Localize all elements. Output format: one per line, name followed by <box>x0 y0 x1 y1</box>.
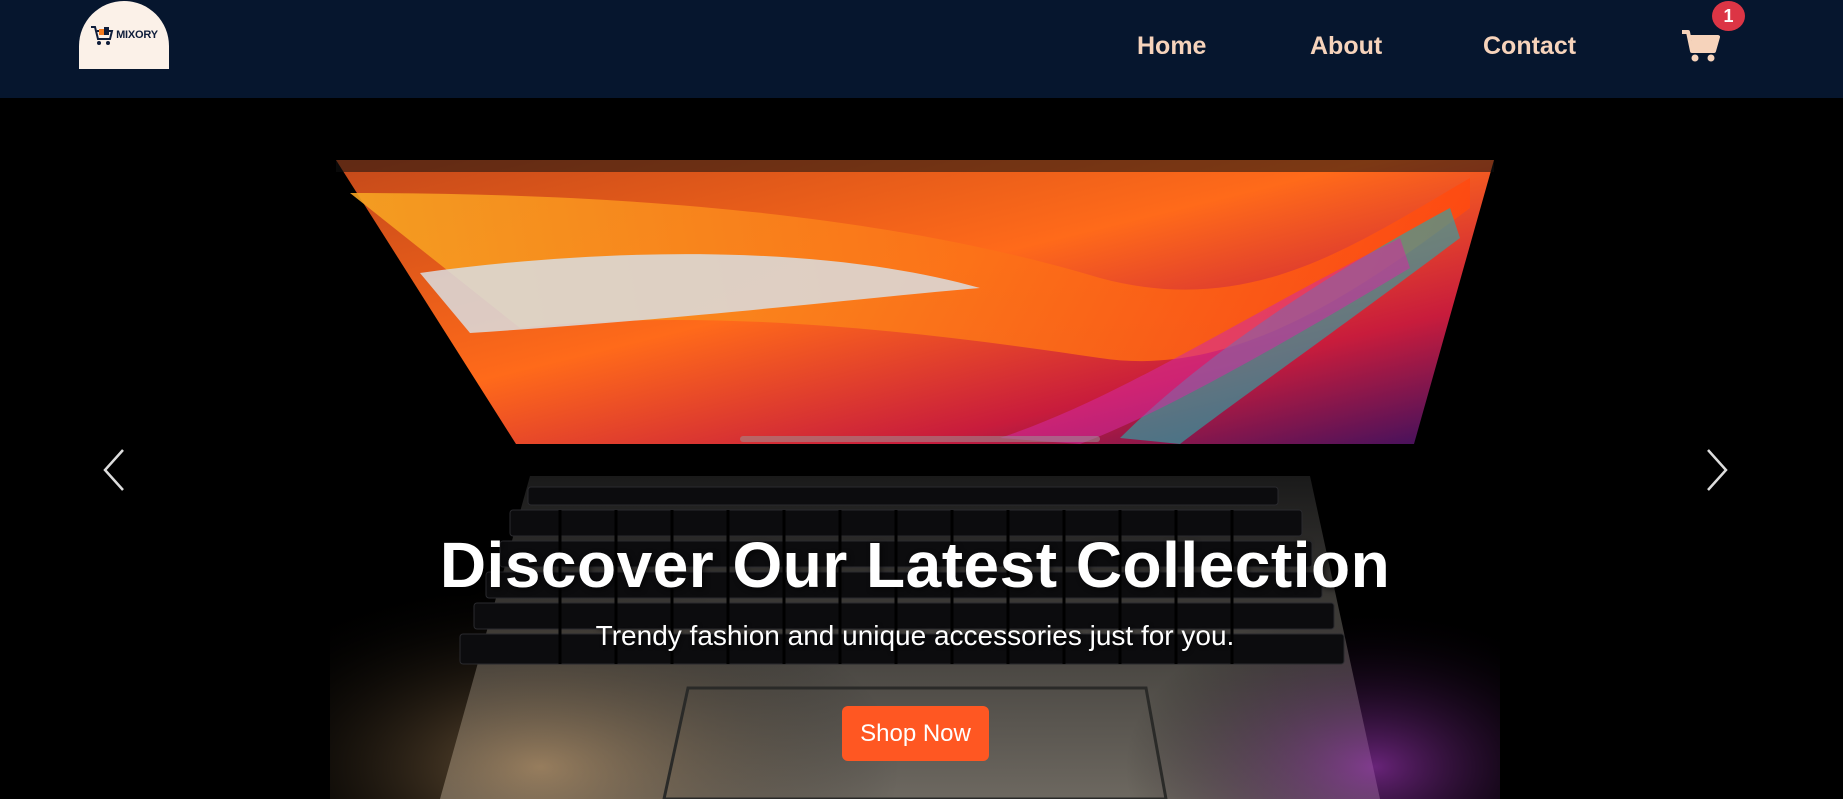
nav-home-link[interactable]: Home <box>1137 32 1206 61</box>
nav-contact-link[interactable]: Contact <box>1483 32 1576 61</box>
logo-text: MIXORY <box>116 29 158 41</box>
hero-subtitle: Trendy fashion and unique accessories ju… <box>595 620 1235 651</box>
hero-image <box>0 98 1843 799</box>
carousel-prev-button[interactable] <box>94 438 134 502</box>
carousel-next-button[interactable] <box>1697 438 1737 502</box>
chevron-right-icon <box>1707 449 1728 491</box>
shopping-cart-icon <box>1682 30 1720 62</box>
nav-about-link[interactable]: About <box>1310 32 1382 61</box>
logo[interactable]: MIXORY <box>79 1 169 69</box>
cart-count-badge: 1 <box>1712 1 1745 31</box>
shop-now-button[interactable]: Shop Now <box>842 706 989 761</box>
chevron-left-icon <box>103 449 124 491</box>
hero-carousel: Discover Our Latest Collection Trendy fa… <box>0 98 1843 799</box>
navbar: MIXORY Home About Contact 1 <box>0 0 1843 98</box>
hero-title: Discover Our Latest Collection <box>439 529 1391 601</box>
cart-button[interactable] <box>1682 29 1720 63</box>
cart-logo-icon <box>91 26 114 45</box>
